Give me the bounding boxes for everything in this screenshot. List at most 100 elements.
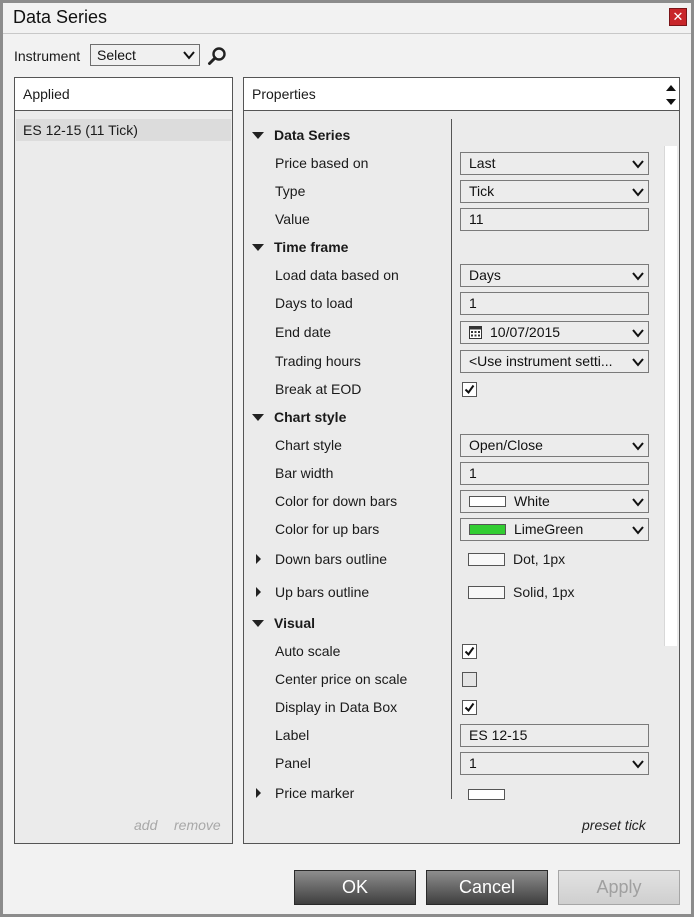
center-price-checkbox[interactable] <box>462 672 477 687</box>
title-bar: Data Series ✕ <box>3 3 691 34</box>
break-at-eod-checkbox[interactable] <box>462 382 477 397</box>
chevron-down-icon <box>632 498 644 507</box>
chevron-down-icon <box>632 160 644 169</box>
color-up-select[interactable]: LimeGreen <box>460 518 649 541</box>
prop-display-data-box: Display in Data Box <box>244 696 663 720</box>
prop-panel: Panel 1 <box>244 752 663 776</box>
ok-button[interactable]: OK <box>294 870 416 905</box>
collapse-icon[interactable] <box>252 620 264 627</box>
search-icon[interactable] <box>207 46 227 66</box>
select-value: Days <box>469 267 501 283</box>
type-select[interactable]: Tick <box>460 180 649 203</box>
select-value: White <box>514 493 550 509</box>
end-date-picker[interactable]: 10/07/2015 <box>460 321 649 344</box>
prop-label: Up bars outline <box>275 584 370 600</box>
preset-link[interactable]: preset tick <box>582 817 646 833</box>
prop-label: Center price on scale <box>275 671 408 687</box>
prop-label: Value <box>275 211 310 227</box>
instrument-label: Instrument <box>14 48 81 64</box>
trading-hours-select[interactable]: <Use instrument setti... <box>460 350 649 373</box>
scroll-down-icon[interactable] <box>666 98 676 106</box>
chevron-down-icon <box>632 760 644 769</box>
price-marker-value[interactable] <box>468 785 513 801</box>
chevron-down-icon <box>183 51 195 60</box>
properties-panel: Properties Data Series Price based on La… <box>243 77 680 844</box>
prop-bar-width: Bar width 1 <box>244 462 663 486</box>
prop-break-at-eod: Break at EOD <box>244 378 663 402</box>
chevron-down-icon <box>632 526 644 535</box>
category-data-series[interactable]: Data Series <box>244 124 663 148</box>
prop-chart-style: Chart style Open/Close <box>244 434 663 458</box>
display-data-box-checkbox[interactable] <box>462 700 477 715</box>
prop-label: Color for down bars <box>275 493 398 509</box>
prop-days-to-load: Days to load 1 <box>244 292 663 316</box>
prop-label: Auto scale <box>275 643 341 659</box>
instrument-select[interactable]: Select <box>90 44 200 66</box>
category-visual[interactable]: Visual <box>244 612 663 636</box>
prop-label: Break at EOD <box>275 381 362 397</box>
expand-icon[interactable] <box>256 587 261 597</box>
prop-end-date: End date 10/07/2015 <box>244 321 663 345</box>
checkmark-icon <box>464 384 475 395</box>
prop-load-data-based-on: Load data based on Days <box>244 264 663 288</box>
color-swatch <box>469 496 506 507</box>
panel-select[interactable]: 1 <box>460 752 649 775</box>
chevron-down-icon <box>632 188 644 197</box>
scroll-up-icon[interactable] <box>666 84 676 92</box>
collapse-icon[interactable] <box>252 414 264 421</box>
category-time-frame[interactable]: Time frame <box>244 236 663 260</box>
prop-label: Days to load <box>275 295 353 311</box>
window-title: Data Series <box>13 7 108 27</box>
collapse-icon[interactable] <box>252 132 264 139</box>
up-outline-value[interactable]: Solid, 1px <box>468 584 574 600</box>
stroke-sample <box>468 553 505 566</box>
category-label: Data Series <box>274 127 351 143</box>
value-input[interactable]: 11 <box>460 208 649 231</box>
prop-label: Price marker <box>275 785 355 801</box>
stroke-sample <box>468 586 505 599</box>
stroke-sample <box>468 789 505 800</box>
load-data-based-on-select[interactable]: Days <box>460 264 649 287</box>
select-value: 1 <box>469 755 477 771</box>
prop-label: Down bars outline <box>275 551 388 567</box>
prop-price-marker: Price marker <box>244 782 663 806</box>
bar-width-input[interactable]: 1 <box>460 462 649 485</box>
prop-label: End date <box>275 324 332 340</box>
prop-up-outline: Up bars outline Solid, 1px <box>244 581 663 605</box>
prop-label: Bar width <box>275 465 334 481</box>
prop-label: Price based on <box>275 155 369 171</box>
checkmark-icon <box>464 646 475 657</box>
close-icon[interactable]: ✕ <box>669 8 687 26</box>
prop-label-row: Label ES 12-15 <box>244 724 663 748</box>
scrollbar-thumb[interactable] <box>664 146 677 646</box>
applied-panel: Applied ES 12-15 (11 Tick) add remove <box>14 77 233 844</box>
down-outline-value[interactable]: Dot, 1px <box>468 551 565 567</box>
property-grid: Data Series Price based on Last Type Tic… <box>244 111 679 843</box>
expand-icon[interactable] <box>256 788 261 798</box>
prop-price-based-on: Price based on Last <box>244 152 663 176</box>
prop-auto-scale: Auto scale <box>244 640 663 664</box>
calendar-icon <box>469 326 482 339</box>
chevron-down-icon <box>632 442 644 451</box>
apply-button[interactable]: Apply <box>558 870 680 905</box>
chart-style-select[interactable]: Open/Close <box>460 434 649 457</box>
color-down-select[interactable]: White <box>460 490 649 513</box>
cancel-button[interactable]: Cancel <box>426 870 548 905</box>
remove-link[interactable]: remove <box>174 817 221 833</box>
select-value: Last <box>469 155 496 171</box>
prop-label: Type <box>275 183 306 199</box>
instrument-select-value: Select <box>97 47 136 63</box>
date-value: 10/07/2015 <box>490 324 561 340</box>
select-value: LimeGreen <box>514 521 584 537</box>
prop-label: Panel <box>275 755 311 771</box>
category-chart-style[interactable]: Chart style <box>244 406 663 430</box>
applied-item[interactable]: ES 12-15 (11 Tick) <box>16 119 231 141</box>
add-link[interactable]: add <box>134 817 157 833</box>
price-based-on-select[interactable]: Last <box>460 152 649 175</box>
collapse-icon[interactable] <box>252 244 264 251</box>
label-input[interactable]: ES 12-15 <box>460 724 649 747</box>
auto-scale-checkbox[interactable] <box>462 644 477 659</box>
days-to-load-input[interactable]: 1 <box>460 292 649 315</box>
chevron-down-icon <box>632 357 644 367</box>
expand-icon[interactable] <box>256 554 261 564</box>
